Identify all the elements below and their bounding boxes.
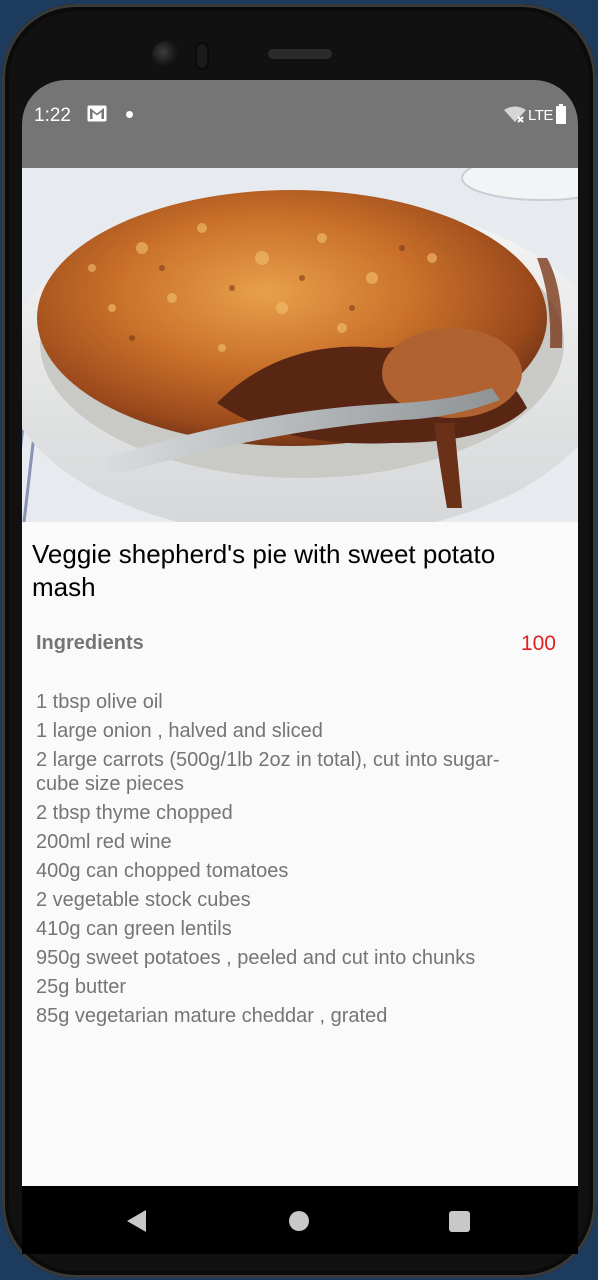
battery-icon xyxy=(556,104,566,124)
ingredient-item: 400g can chopped tomatoes xyxy=(36,860,289,882)
ingredient-item: 1 tbsp olive oil xyxy=(36,691,163,713)
front-camera xyxy=(152,41,180,69)
ingredient-item: 85g vegetarian mature cheddar , grated xyxy=(36,1005,388,1027)
gmail-icon xyxy=(87,105,107,122)
status-bar: 1:22 LTE xyxy=(22,80,578,168)
ingredient-item: 25g butter xyxy=(36,976,127,998)
status-time: 1:22 xyxy=(34,105,71,126)
navigation-bar xyxy=(22,1186,578,1254)
screen: 1:22 LTE Veggie shepherd's pie with swee… xyxy=(22,80,578,1254)
network-type: LTE xyxy=(528,107,553,124)
ingredient-item: 950g sweet potatoes , peeled and cut int… xyxy=(36,947,476,969)
ingredient-item: 2 large carrots (500g/1lb 2oz in total),… xyxy=(36,749,500,795)
ingredient-item: 410g can green lentils xyxy=(36,918,232,940)
recipe-image xyxy=(22,168,578,522)
back-icon[interactable] xyxy=(126,1209,148,1233)
ingredients-label: Ingredients xyxy=(36,632,144,654)
proximity-sensor xyxy=(195,42,209,70)
wifi-icon xyxy=(504,106,526,123)
ingredients-count: 100 xyxy=(520,632,556,655)
notification-dot-icon xyxy=(126,111,133,118)
recipe-detail: Veggie shepherd's pie with sweet potato … xyxy=(22,168,578,1186)
ingredient-item: 1 large onion , halved and sliced xyxy=(36,720,323,742)
ingredient-item: 2 vegetable stock cubes xyxy=(36,889,251,911)
recents-icon[interactable] xyxy=(449,1211,470,1232)
earpiece-speaker xyxy=(268,49,332,59)
recipe-title: Veggie shepherd's pie with sweet potato … xyxy=(32,539,496,602)
ingredient-item: 200ml red wine xyxy=(36,831,172,853)
home-icon[interactable] xyxy=(289,1211,309,1231)
shepherds-pie-photo xyxy=(22,168,578,522)
ingredients-list: 1 tbsp olive oil 1 large onion , halved … xyxy=(36,690,536,1033)
ingredient-item: 2 tbsp thyme chopped xyxy=(36,802,233,824)
phone-frame: 1:22 LTE Veggie shepherd's pie with swee… xyxy=(2,4,596,1278)
